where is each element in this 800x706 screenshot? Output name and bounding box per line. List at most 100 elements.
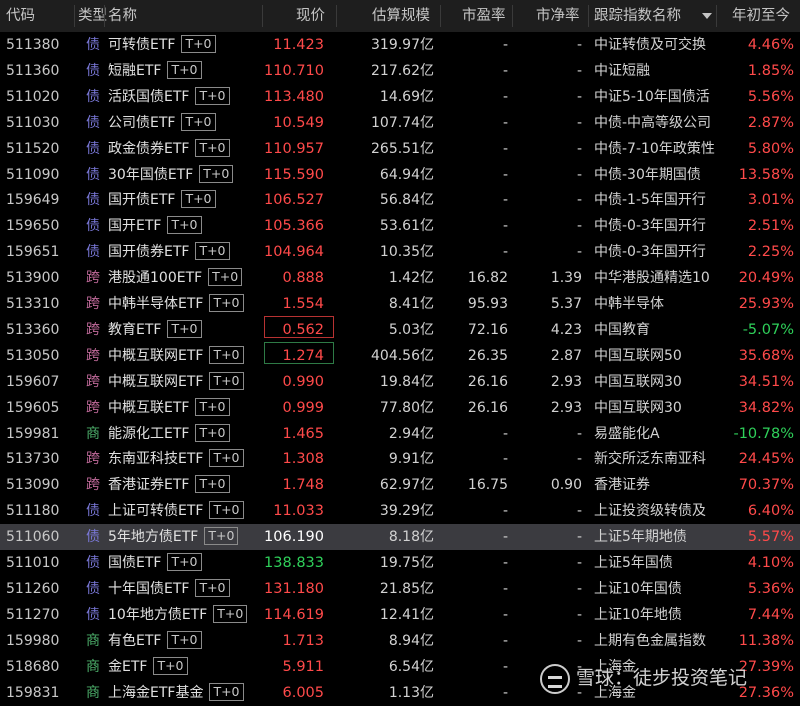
fund-name: 东南亚科技ETF bbox=[108, 451, 204, 468]
fund-type: 跨 bbox=[86, 296, 100, 312]
column-divider[interactable] bbox=[588, 5, 589, 27]
table-row[interactable]: 513310 跨中韩半导体ETF T+0 1.554 8.41亿 95.93 5.37 中韩半… bbox=[0, 291, 800, 317]
fund-type: 跨 bbox=[86, 399, 100, 416]
t0-badge: T+0 bbox=[195, 138, 230, 157]
column-divider[interactable] bbox=[262, 5, 263, 27]
tracking-index: 中债-0-3年国开行 bbox=[594, 244, 706, 261]
col-code-header[interactable]: 代码 bbox=[6, 0, 35, 32]
table-row[interactable]: 159605 跨中概互联ETF T+0 0.999 77.80亿 26.16 2.93 中国互… bbox=[0, 395, 800, 421]
fund-type: 债 bbox=[86, 140, 100, 157]
col-index-header[interactable]: 跟踪指数名称 bbox=[594, 0, 681, 32]
fund-name-cell: 金ETF T+0 bbox=[108, 654, 266, 680]
fund-type: 债 bbox=[86, 606, 100, 623]
table-row[interactable]: 513730 跨东南亚科技ETF T+0 1.308 9.91亿 - - 新交所泛东南亚科 24… bbox=[0, 446, 800, 472]
table-row[interactable]: 159649 债国开债ETF T+0 106.527 56.84亿 - - 中债-1-5年国开… bbox=[0, 187, 800, 213]
ytd-return: 3.01% bbox=[747, 192, 794, 209]
table-row[interactable]: 511270 债 10年地方债ETF T+0 114.619 12.41亿 - - 上证10年地… bbox=[0, 602, 800, 628]
table-row[interactable]: 511030 债公司债ETF T+0 10.549 107.74亿 - - 中债-中高等级公司… bbox=[0, 110, 800, 136]
fund-pe: - bbox=[502, 244, 508, 261]
fund-pb: - bbox=[576, 88, 582, 105]
fund-name-cell: 国开ETF T+0 bbox=[108, 213, 266, 239]
t0-badge: T+0 bbox=[199, 164, 234, 183]
fund-name: 国开债券ETF bbox=[108, 244, 190, 261]
table-row[interactable]: 511380 债可转债ETF T+0 11.423 319.97亿 - - 中证转债及可交换 4… bbox=[0, 32, 800, 58]
col-ytd-header[interactable]: 年初至今 bbox=[732, 0, 790, 32]
fund-pe: - bbox=[502, 166, 508, 183]
fund-pb: - bbox=[576, 529, 582, 546]
table-row[interactable]: 511260 债十年国债ETF T+0 131.180 21.85亿 - - 上证10年国债 5… bbox=[0, 576, 800, 602]
table-row[interactable]: 513900 跨港股通100ETF T+0 0.888 1.42亿 16.82 1.39 中华… bbox=[0, 265, 800, 291]
fund-pe: 16.82 bbox=[467, 270, 508, 287]
fund-pb: - bbox=[576, 503, 582, 520]
column-divider[interactable] bbox=[512, 5, 513, 27]
col-pe-header[interactable]: 市盈率 bbox=[462, 0, 506, 32]
table-row[interactable]: 511020 债活跃国债ETF T+0 113.480 14.69亿 - - 中证5-10年国… bbox=[0, 84, 800, 110]
tracking-index: 中国互联网30 bbox=[594, 373, 682, 390]
fund-scale: 19.84亿 bbox=[379, 373, 434, 390]
fund-pe: 26.35 bbox=[467, 347, 508, 364]
tracking-index: 中债-中高等级公司 bbox=[594, 114, 712, 131]
ytd-return: 6.40% bbox=[747, 503, 794, 520]
fund-type: 债 bbox=[86, 37, 100, 53]
fund-code: 511060 bbox=[6, 529, 60, 546]
t0-badge: T+0 bbox=[195, 86, 230, 105]
table-row[interactable]: 513050 跨中概互联网ETF T+0 1.274 404.56亿 26.35 2.87 中… bbox=[0, 343, 800, 369]
fund-pe: - bbox=[502, 632, 508, 649]
table-row[interactable]: 159607 跨中概互联网ETF T+0 0.990 19.84亿 26.16 2.93 中国… bbox=[0, 369, 800, 395]
fund-scale: 21.85亿 bbox=[379, 580, 434, 597]
column-divider[interactable] bbox=[74, 5, 75, 27]
table-row[interactable]: 513090 跨香港证券ETF T+0 1.748 62.97亿 16.75 0.90 香港证… bbox=[0, 472, 800, 498]
column-divider[interactable] bbox=[104, 5, 105, 27]
t0-badge: T+0 bbox=[213, 604, 248, 623]
fund-scale: 1.13亿 bbox=[388, 684, 434, 701]
tracking-index: 中债-30年期国债 bbox=[594, 166, 701, 183]
col-name-header[interactable]: 名称 bbox=[108, 0, 137, 32]
fund-code: 513310 bbox=[6, 296, 60, 312]
t0-badge: T+0 bbox=[209, 371, 244, 390]
column-divider[interactable] bbox=[440, 5, 441, 27]
fund-pb: - bbox=[576, 425, 582, 442]
fund-name-cell: 香港证券ETF T+0 bbox=[108, 472, 266, 498]
ytd-return: 34.82% bbox=[738, 399, 794, 416]
fund-code: 513050 bbox=[6, 347, 60, 364]
table-row[interactable]: 511010 债国债ETF T+0 138.833 19.75亿 - - 上证5年国债 4.10… bbox=[0, 550, 800, 576]
table-row[interactable]: 511180 债上证可转债ETF T+0 11.033 39.29亿 - - 上证投资级转债及… bbox=[0, 498, 800, 524]
tracking-index: 中证5-10年国债活 bbox=[594, 88, 710, 105]
fund-code: 159651 bbox=[6, 244, 60, 261]
fund-pe: 26.16 bbox=[467, 399, 508, 416]
sort-down-icon[interactable] bbox=[702, 13, 712, 19]
column-divider[interactable] bbox=[716, 5, 717, 27]
table-row[interactable]: 513360 跨教育ETF T+0 0.562 5.03亿 72.16 4.23 中国教育 -5… bbox=[0, 317, 800, 343]
col-scale-header[interactable]: 估算规模 bbox=[372, 0, 430, 32]
fund-price: 1.465 bbox=[282, 425, 324, 442]
fund-name-cell: 政金债券ETF T+0 bbox=[108, 136, 266, 162]
ytd-return: 70.37% bbox=[738, 477, 794, 494]
table-row[interactable]: 159981 商能源化工ETF T+0 1.465 2.94亿 - - 易盛能化A -10.78… bbox=[0, 421, 800, 447]
table-row[interactable]: 159980 商有色ETF T+0 1.713 8.94亿 - - 上期有色金属指数 11.38… bbox=[0, 628, 800, 654]
table-row[interactable]: 511520 债政金债券ETF T+0 110.957 265.51亿 - - 中债-7-10… bbox=[0, 136, 800, 162]
table-row[interactable]: 511090 债 30年国债ETF T+0 115.590 64.94亿 - - 中债-30年期… bbox=[0, 162, 800, 188]
fund-type: 跨 bbox=[86, 347, 100, 364]
fund-type: 债 bbox=[86, 166, 100, 183]
col-price-header[interactable]: 现价 bbox=[296, 0, 325, 32]
table-row[interactable]: 511360 债短融ETF T+0 110.710 217.62亿 - - 中证短融 1.85% bbox=[0, 58, 800, 84]
table-row[interactable]: 159650 债国开ETF T+0 105.366 53.61亿 - - 中债-0-3年国开行… bbox=[0, 213, 800, 239]
ytd-return: -10.78% bbox=[733, 425, 794, 442]
table-row[interactable]: 511060 债 5年地方债ETF T+0 106.190 8.18亿 - - 上证5年期地债 5… bbox=[0, 524, 800, 551]
table-row[interactable]: 159651 债国开债券ETF T+0 104.964 10.35亿 - - 中债-0-3年国… bbox=[0, 239, 800, 265]
fund-type: 债 bbox=[86, 580, 100, 597]
fund-type: 债 bbox=[86, 503, 100, 520]
fund-name: 中概互联ETF bbox=[108, 399, 190, 416]
fund-name-cell: 国债ETF T+0 bbox=[108, 550, 266, 576]
fund-scale: 9.91亿 bbox=[388, 451, 434, 468]
col-pb-header[interactable]: 市净率 bbox=[536, 0, 580, 32]
fund-pb: 1.39 bbox=[550, 270, 582, 287]
col-type-header[interactable]: 类型 bbox=[78, 0, 107, 32]
fund-code: 159831 bbox=[6, 684, 60, 701]
column-divider[interactable] bbox=[336, 5, 337, 27]
fund-pb: - bbox=[576, 62, 582, 79]
fund-pe: - bbox=[502, 192, 508, 209]
tracking-index: 新交所泛东南亚科 bbox=[594, 451, 706, 468]
fund-name: 10年地方债ETF bbox=[108, 606, 208, 623]
t0-badge: T+0 bbox=[209, 345, 244, 364]
